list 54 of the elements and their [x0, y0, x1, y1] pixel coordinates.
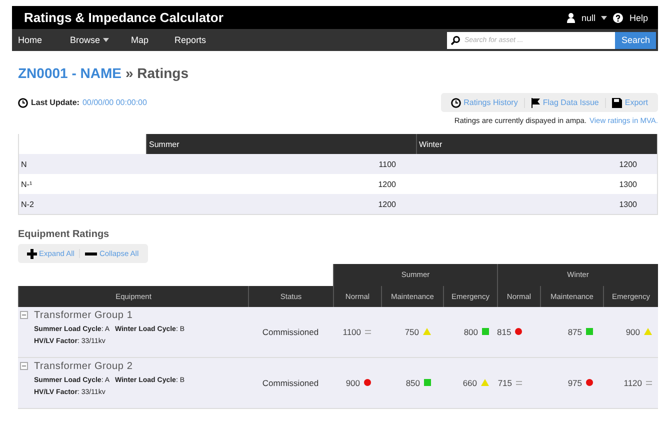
save-icon — [612, 98, 622, 108]
rating-value: 750 — [404, 326, 419, 336]
rating-value: 715 — [498, 378, 512, 388]
section-title: Equipment Ratings — [18, 229, 110, 240]
collapse-toggle[interactable] — [20, 311, 28, 319]
search-button[interactable]: Search — [615, 32, 656, 48]
user-name[interactable]: null — [581, 12, 596, 22]
status-text: Commissioned — [261, 376, 320, 390]
rating-value: 850 — [406, 378, 420, 388]
action-link[interactable]: Export — [604, 98, 654, 108]
action-link[interactable]: Ratings History — [444, 98, 524, 108]
rating-value: 975 — [568, 378, 582, 388]
clock-icon — [18, 98, 28, 108]
clock-icon — [450, 98, 461, 108]
rating-value: 875 — [568, 326, 582, 336]
page-title: » Ratings — [125, 65, 188, 81]
rating-value: 660 — [462, 378, 477, 388]
minus-icon — [21, 363, 27, 369]
last-update-value: 00/00/00 00:00:00 — [82, 98, 147, 107]
equipment-name: Transformer Group 2 — [34, 360, 133, 372]
nav-item[interactable]: Reports — [174, 35, 206, 45]
plus-icon — [27, 248, 37, 258]
search-icon — [451, 36, 460, 44]
equipment-name: Transformer Group 1 — [34, 310, 133, 320]
nav-item[interactable]: Browse — [70, 35, 110, 45]
flag-icon — [530, 98, 540, 108]
status-text: Commissioned — [261, 326, 320, 338]
last-update-label: Last Update: — [31, 98, 80, 107]
column-header: Summer — [146, 134, 416, 154]
rating-value: 900 — [346, 378, 360, 388]
nav-item[interactable]: Home — [18, 35, 42, 45]
minus-icon — [21, 312, 27, 318]
table-cell: N — [19, 154, 146, 174]
rating-value: 900 — [626, 326, 640, 336]
table-cell: 1200 — [416, 154, 657, 174]
caret-icon — [601, 16, 608, 20]
minus-icon — [85, 252, 98, 256]
rating-value: 800 — [464, 326, 478, 336]
table-cell: 1200 — [146, 194, 416, 214]
breadcrumb-link[interactable]: ZN0001 - NAME — [18, 65, 122, 81]
rating-value: 1100 — [342, 326, 361, 336]
app-title: Ratings & Impedance Calculator — [24, 10, 224, 25]
table-cell: N-2 — [19, 194, 146, 214]
nav-item[interactable]: Map — [131, 35, 149, 45]
rating-value: 1120 — [624, 378, 642, 388]
help-icon — [613, 12, 624, 22]
user-icon — [567, 12, 576, 22]
table-cell: 1100 — [146, 154, 416, 174]
collapse-toggle[interactable] — [20, 362, 28, 370]
rating-value: 815 — [497, 326, 512, 336]
column-header: Winter — [416, 134, 657, 154]
help-link[interactable]: Help — [629, 12, 648, 22]
action-link[interactable]: Flag Data Issue — [524, 98, 605, 108]
table-cell: 1300 — [416, 194, 657, 214]
